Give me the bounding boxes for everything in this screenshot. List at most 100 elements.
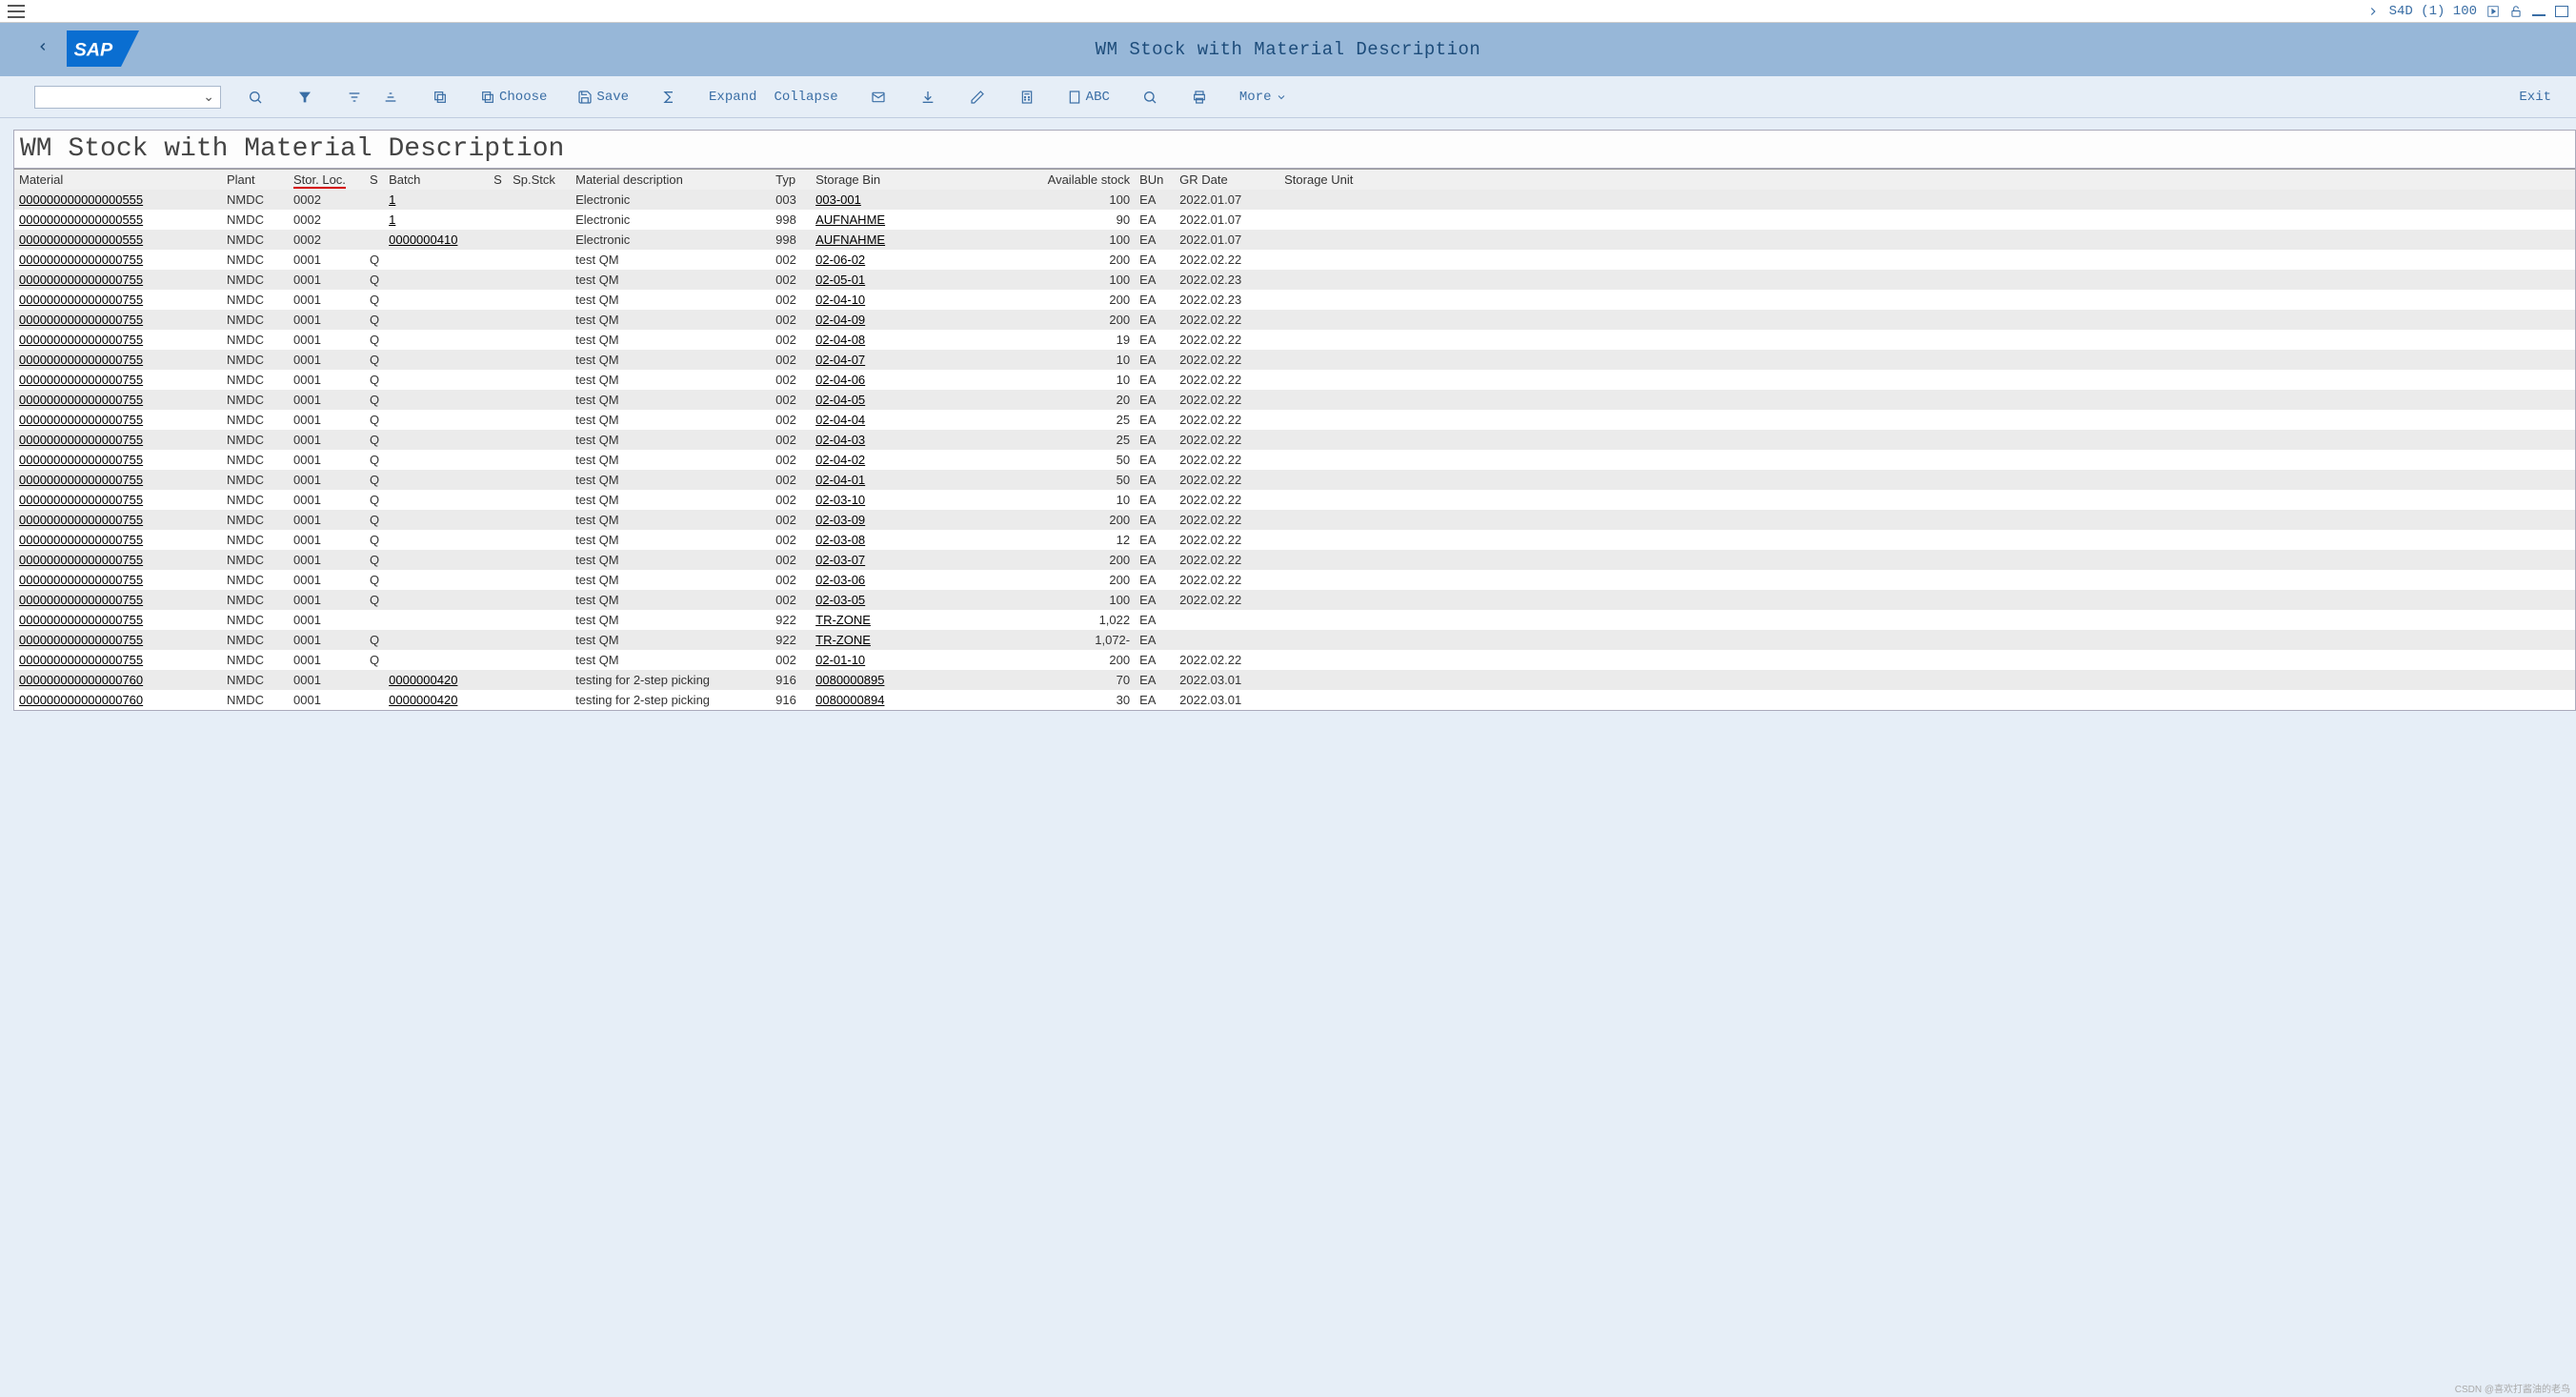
batch-link[interactable]: 0000000420 xyxy=(389,673,457,687)
storage-bin-link[interactable]: 02-04-09 xyxy=(815,313,865,327)
material-link[interactable]: 000000000000000555 xyxy=(19,192,143,207)
storage-bin-link[interactable]: 02-03-09 xyxy=(815,513,865,527)
col-batch[interactable]: Batch xyxy=(384,170,489,191)
material-link[interactable]: 000000000000000555 xyxy=(19,233,143,247)
material-link[interactable]: 000000000000000755 xyxy=(19,453,143,467)
material-link[interactable]: 000000000000000755 xyxy=(19,473,143,487)
search-button[interactable] xyxy=(1135,82,1165,112)
table-row[interactable]: 000000000000000755NMDC0001Qtest QM00202-… xyxy=(14,490,2575,510)
table-row[interactable]: 000000000000000755NMDC0001Qtest QM00202-… xyxy=(14,530,2575,550)
table-row[interactable]: 000000000000000755NMDC0001Qtest QM00202-… xyxy=(14,350,2575,370)
col-plant[interactable]: Plant xyxy=(222,170,289,191)
material-link[interactable]: 000000000000000755 xyxy=(19,533,143,547)
storage-bin-link[interactable]: 0080000895 xyxy=(815,673,884,687)
material-link[interactable]: 000000000000000760 xyxy=(19,673,143,687)
table-row[interactable]: 000000000000000755NMDC0001Qtest QM00202-… xyxy=(14,430,2575,450)
material-link[interactable]: 000000000000000755 xyxy=(19,253,143,267)
material-link[interactable]: 000000000000000755 xyxy=(19,653,143,667)
storage-bin-link[interactable]: 02-03-10 xyxy=(815,493,865,507)
choose-button[interactable]: Choose xyxy=(474,82,553,112)
storage-bin-link[interactable]: 02-04-07 xyxy=(815,353,865,367)
storage-bin-link[interactable]: 02-04-10 xyxy=(815,293,865,307)
sum-button[interactable] xyxy=(654,82,684,112)
material-link[interactable]: 000000000000000755 xyxy=(19,273,143,287)
more-button[interactable]: More xyxy=(1234,82,1293,112)
sort-desc-button[interactable] xyxy=(375,82,406,112)
table-row[interactable]: 000000000000000555NMDC00021Electronic003… xyxy=(14,190,2575,210)
col-material[interactable]: Material xyxy=(14,170,222,191)
material-link[interactable]: 000000000000000755 xyxy=(19,433,143,447)
table-row[interactable]: 000000000000000755NMDC0001test QM922TR-Z… xyxy=(14,610,2575,630)
storage-bin-link[interactable]: 02-04-01 xyxy=(815,473,865,487)
edit-button[interactable] xyxy=(962,82,993,112)
col-gr-date[interactable]: GR Date xyxy=(1175,170,1279,191)
table-row[interactable]: 000000000000000755NMDC0001Qtest QM00202-… xyxy=(14,310,2575,330)
table-row[interactable]: 000000000000000755NMDC0001Qtest QM00202-… xyxy=(14,250,2575,270)
material-link[interactable]: 000000000000000755 xyxy=(19,493,143,507)
material-link[interactable]: 000000000000000755 xyxy=(19,313,143,327)
col-stor-loc[interactable]: Stor. Loc. xyxy=(289,170,365,191)
storage-bin-link[interactable]: 02-04-08 xyxy=(815,333,865,347)
storage-bin-link[interactable]: TR-ZONE xyxy=(815,613,871,627)
table-row[interactable]: 000000000000000755NMDC0001Qtest QM00202-… xyxy=(14,290,2575,310)
material-link[interactable]: 000000000000000755 xyxy=(19,633,143,647)
storage-bin-link[interactable]: AUFNAHME xyxy=(815,213,885,227)
material-link[interactable]: 000000000000000755 xyxy=(19,293,143,307)
material-link[interactable]: 000000000000000755 xyxy=(19,553,143,567)
batch-link[interactable]: 0000000410 xyxy=(389,233,457,247)
table-row[interactable]: 000000000000000755NMDC0001Qtest QM00202-… xyxy=(14,370,2575,390)
details-button[interactable] xyxy=(240,82,271,112)
table-row[interactable]: 000000000000000760NMDC00010000000420test… xyxy=(14,670,2575,690)
table-header-row[interactable]: Material Plant Stor. Loc. S Batch S Sp.S… xyxy=(14,170,2575,191)
storage-bin-link[interactable]: 02-03-08 xyxy=(815,533,865,547)
col-storage-unit[interactable]: Storage Unit xyxy=(1279,170,2575,191)
table-row[interactable]: 000000000000000760NMDC00010000000420test… xyxy=(14,690,2575,710)
material-link[interactable]: 000000000000000755 xyxy=(19,613,143,627)
command-field[interactable] xyxy=(34,86,221,109)
table-row[interactable]: 000000000000000755NMDC0001Qtest QM00202-… xyxy=(14,650,2575,670)
copy-button[interactable] xyxy=(425,82,455,112)
table-row[interactable]: 000000000000000755NMDC0001Qtest QM00202-… xyxy=(14,410,2575,430)
storage-bin-link[interactable]: 02-06-02 xyxy=(815,253,865,267)
download-button[interactable] xyxy=(913,82,943,112)
col-mat-desc[interactable]: Material description xyxy=(571,170,771,191)
sort-asc-button[interactable] xyxy=(339,82,370,112)
storage-bin-link[interactable]: 02-04-05 xyxy=(815,393,865,407)
col-sp-stck[interactable]: Sp.Stck xyxy=(508,170,571,191)
filter-button[interactable] xyxy=(290,82,320,112)
abc-button[interactable]: ABC xyxy=(1061,82,1116,112)
print-button[interactable] xyxy=(1184,82,1215,112)
material-link[interactable]: 000000000000000755 xyxy=(19,593,143,607)
batch-link[interactable]: 1 xyxy=(389,213,395,227)
storage-bin-link[interactable]: 003-001 xyxy=(815,192,861,207)
table-row[interactable]: 000000000000000755NMDC0001Qtest QM00202-… xyxy=(14,570,2575,590)
col-avail[interactable]: Available stock xyxy=(992,170,1135,191)
material-link[interactable]: 000000000000000760 xyxy=(19,693,143,707)
collapse-button[interactable]: Collapse xyxy=(768,82,843,112)
storage-bin-link[interactable]: 02-04-04 xyxy=(815,413,865,427)
storage-bin-link[interactable]: 02-04-06 xyxy=(815,373,865,387)
maximize-icon[interactable] xyxy=(2555,6,2568,17)
material-link[interactable]: 000000000000000755 xyxy=(19,513,143,527)
storage-bin-link[interactable]: 02-01-10 xyxy=(815,653,865,667)
storage-bin-link[interactable]: 02-03-06 xyxy=(815,573,865,587)
storage-bin-link[interactable]: TR-ZONE xyxy=(815,633,871,647)
table-row[interactable]: 000000000000000755NMDC0001Qtest QM922TR-… xyxy=(14,630,2575,650)
save-button[interactable]: Save xyxy=(572,82,634,112)
table-row[interactable]: 000000000000000555NMDC00021Electronic998… xyxy=(14,210,2575,230)
back-button[interactable] xyxy=(29,37,57,62)
table-row[interactable]: 000000000000000755NMDC0001Qtest QM00202-… xyxy=(14,450,2575,470)
col-s2[interactable]: S xyxy=(489,170,508,191)
play-icon[interactable] xyxy=(2486,5,2500,18)
material-link[interactable]: 000000000000000555 xyxy=(19,213,143,227)
material-link[interactable]: 000000000000000755 xyxy=(19,573,143,587)
table-row[interactable]: 000000000000000755NMDC0001Qtest QM00202-… xyxy=(14,590,2575,610)
storage-bin-link[interactable]: 02-04-02 xyxy=(815,453,865,467)
storage-bin-link[interactable]: 02-05-01 xyxy=(815,273,865,287)
material-link[interactable]: 000000000000000755 xyxy=(19,393,143,407)
table-row[interactable]: 000000000000000755NMDC0001Qtest QM00202-… xyxy=(14,390,2575,410)
menu-icon[interactable] xyxy=(8,5,25,18)
material-link[interactable]: 000000000000000755 xyxy=(19,353,143,367)
col-typ[interactable]: Typ xyxy=(771,170,811,191)
storage-bin-link[interactable]: 0080000894 xyxy=(815,693,884,707)
